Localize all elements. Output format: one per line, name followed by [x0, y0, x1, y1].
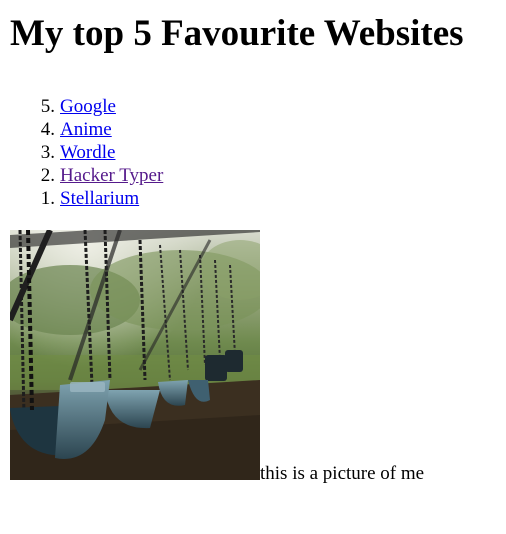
list-item-number: 1.	[40, 188, 55, 209]
list-item: 4. Anime	[10, 118, 506, 141]
list-item: 5. Google	[10, 95, 506, 118]
list-item-number: 5.	[40, 96, 55, 117]
swing-set-photo	[10, 230, 260, 480]
link-stellarium[interactable]: Stellarium	[60, 187, 139, 210]
link-google[interactable]: Google	[60, 95, 116, 118]
link-wordle[interactable]: Wordle	[60, 141, 115, 164]
link-anime[interactable]: Anime	[60, 118, 112, 141]
list-item-number: 3.	[40, 142, 55, 163]
list-item: 2. Hacker Typer	[10, 164, 506, 187]
page: My top 5 Favourite Websites 5. Google 4.…	[0, 12, 506, 484]
photo-row: this is a picture of me	[10, 230, 506, 484]
list-item-number: 2.	[40, 165, 55, 186]
list-item: 1. Stellarium	[10, 187, 506, 210]
page-title: My top 5 Favourite Websites	[10, 13, 464, 54]
list-item: 3. Wordle	[10, 141, 506, 164]
list-item-number: 4.	[40, 119, 55, 140]
favourite-websites-list: 5. Google 4. Anime 3. Wordle 2. Hacker T…	[10, 95, 506, 210]
link-hacker-typer[interactable]: Hacker Typer	[60, 164, 163, 187]
photo-caption: this is a picture of me	[260, 463, 425, 484]
